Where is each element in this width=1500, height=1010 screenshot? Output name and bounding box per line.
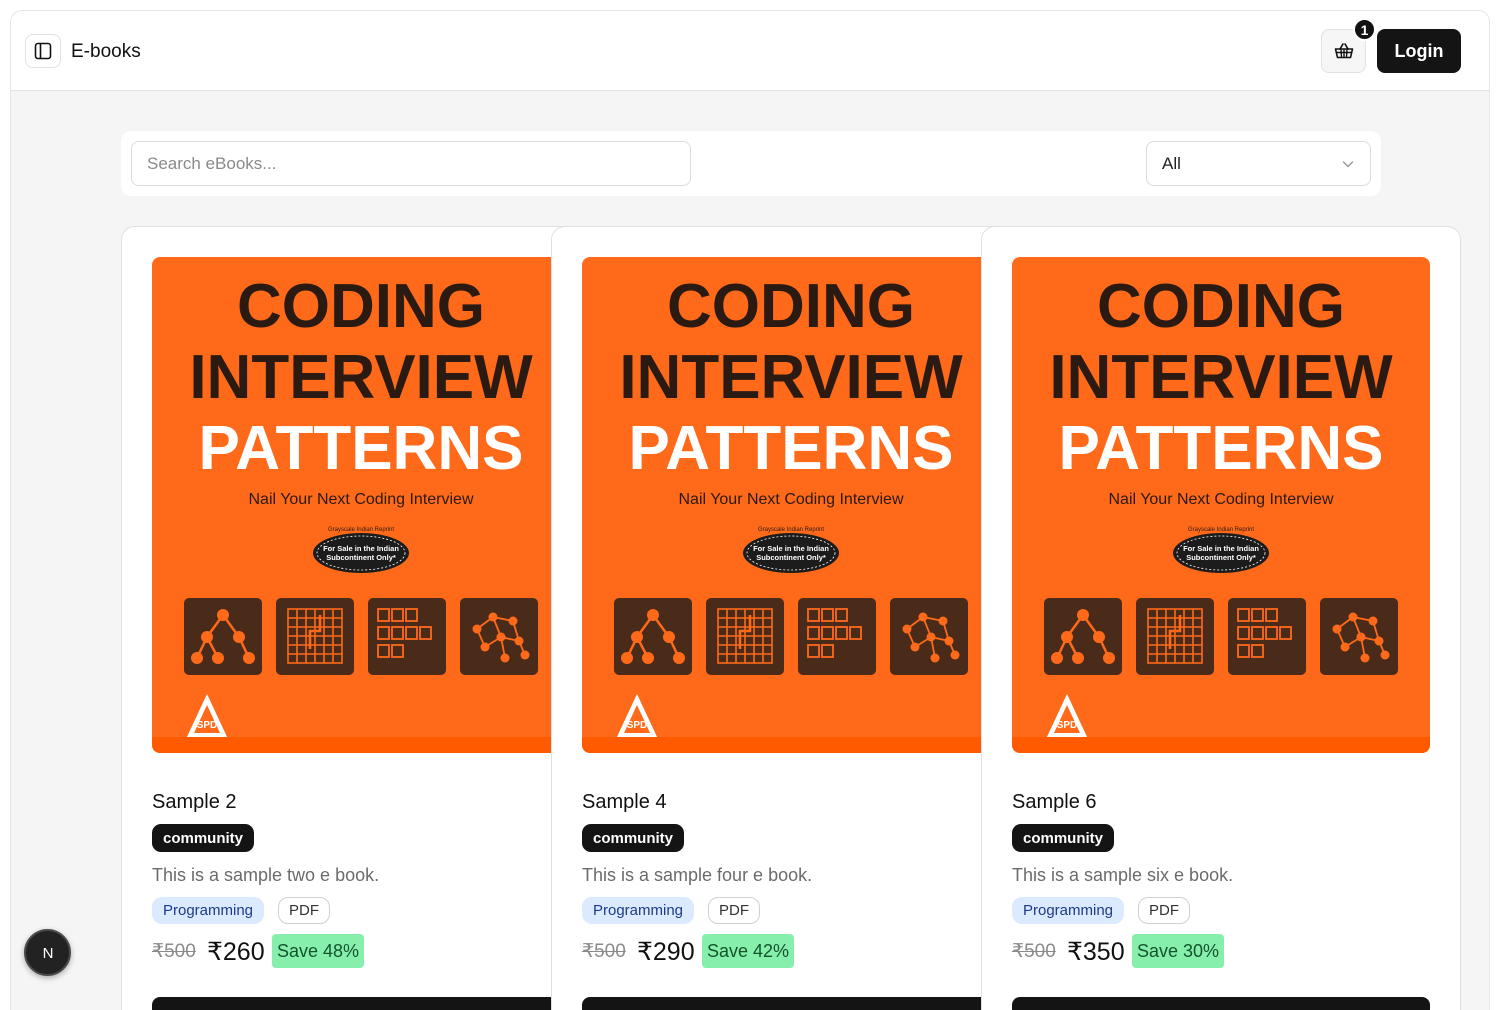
app-title: E-books	[71, 41, 141, 62]
add-to-cart-button[interactable]	[1012, 997, 1430, 1010]
genre-pill: Programming	[582, 897, 695, 924]
book-cover-image: CODING INTERVIEW PATTERNS Nail Your Next…	[582, 257, 1000, 753]
format-pill: PDF	[278, 897, 330, 924]
book-card[interactable]: CODING INTERVIEW PATTERNS Nail Your Next…	[121, 226, 601, 1010]
svg-text:For Sale in the Indian: For Sale in the Indian	[323, 544, 399, 553]
book-title: Sample 2	[152, 791, 237, 813]
book-title: Sample 4	[582, 791, 667, 813]
svg-text:Nail Your Next Coding Intervie: Nail Your Next Coding Interview	[248, 491, 473, 508]
book-cover-image: CODING INTERVIEW PATTERNS Nail Your Next…	[152, 257, 570, 753]
svg-text:SPD: SPD	[627, 720, 648, 731]
format-pill: PDF	[708, 897, 760, 924]
chevron-down-icon	[1342, 160, 1354, 167]
svg-text:INTERVIEW: INTERVIEW	[189, 343, 533, 412]
svg-text:CODING: CODING	[237, 272, 485, 341]
filter-bar: All	[121, 131, 1381, 196]
svg-text:INTERVIEW: INTERVIEW	[1049, 343, 1393, 412]
svg-text:PATTERNS: PATTERNS	[629, 414, 954, 483]
svg-text:Grayscale Indian Reprint: Grayscale Indian Reprint	[328, 527, 394, 533]
save-badge: Save 30%	[1132, 934, 1225, 968]
search-input[interactable]	[131, 141, 691, 186]
dev-tools-badge[interactable]: N	[24, 929, 71, 976]
svg-text:SPD: SPD	[1057, 720, 1078, 731]
current-price: ₹260	[207, 938, 265, 966]
svg-text:For Sale in the Indian: For Sale in the Indian	[753, 544, 829, 553]
basket-icon	[1334, 43, 1353, 59]
svg-text:PATTERNS: PATTERNS	[199, 414, 524, 483]
svg-text:Grayscale Indian Reprint: Grayscale Indian Reprint	[1188, 527, 1254, 533]
save-badge: Save 48%	[272, 934, 365, 968]
svg-text:Subcontinent Only*: Subcontinent Only*	[326, 553, 396, 562]
svg-text:CODING: CODING	[667, 272, 915, 341]
sidebar-panel-icon	[34, 42, 52, 60]
original-price: ₹500	[1012, 941, 1056, 962]
svg-text:Nail Your Next Coding Intervie: Nail Your Next Coding Interview	[1108, 491, 1333, 508]
svg-text:Subcontinent Only*: Subcontinent Only*	[756, 553, 826, 562]
book-cover-image: CODING INTERVIEW PATTERNS Nail Your Next…	[1012, 257, 1430, 753]
app-frame: E-books 1 Login All CODING	[10, 10, 1490, 1010]
svg-text:PATTERNS: PATTERNS	[1059, 414, 1384, 483]
svg-text:CODING: CODING	[1097, 272, 1345, 341]
dev-badge-letter: N	[42, 945, 53, 962]
community-tag: community	[152, 824, 255, 852]
current-price: ₹350	[1067, 938, 1125, 966]
book-description: This is a sample two e book.	[152, 865, 380, 885]
top-bar: E-books 1 Login	[11, 11, 1489, 91]
original-price: ₹500	[582, 941, 626, 962]
book-title: Sample 6	[1012, 791, 1097, 813]
svg-text:INTERVIEW: INTERVIEW	[619, 343, 963, 412]
add-to-cart-button[interactable]	[582, 997, 1000, 1010]
n-logo-icon: N	[42, 945, 53, 962]
category-select-value: All	[1162, 153, 1181, 173]
current-price: ₹290	[637, 938, 695, 966]
community-tag: community	[1012, 824, 1115, 852]
format-pill: PDF	[1138, 897, 1190, 924]
book-card[interactable]: CODING INTERVIEW PATTERNS Nail Your Next…	[981, 226, 1461, 1010]
genre-pill: Programming	[152, 897, 265, 924]
genre-pill: Programming	[1012, 897, 1125, 924]
svg-text:Subcontinent Only*: Subcontinent Only*	[1186, 553, 1256, 562]
add-to-cart-button[interactable]	[152, 997, 570, 1010]
sidebar-toggle-button[interactable]	[25, 34, 61, 68]
community-tag: community	[582, 824, 685, 852]
save-badge: Save 42%	[702, 934, 795, 968]
svg-text:SPD: SPD	[197, 720, 218, 731]
original-price: ₹500	[152, 941, 196, 962]
category-select[interactable]: All	[1146, 141, 1371, 186]
book-description: This is a sample six e book.	[1012, 865, 1234, 885]
svg-text:Nail Your Next Coding Intervie: Nail Your Next Coding Interview	[678, 491, 903, 508]
login-button[interactable]: Login	[1377, 29, 1461, 73]
book-card[interactable]: CODING INTERVIEW PATTERNS Nail Your Next…	[551, 226, 1031, 1010]
svg-text:Grayscale Indian Reprint: Grayscale Indian Reprint	[758, 527, 824, 533]
cart-count-badge: 1	[1353, 18, 1376, 41]
book-description: This is a sample four e book.	[582, 865, 813, 885]
svg-text:For Sale in the Indian: For Sale in the Indian	[1183, 544, 1259, 553]
